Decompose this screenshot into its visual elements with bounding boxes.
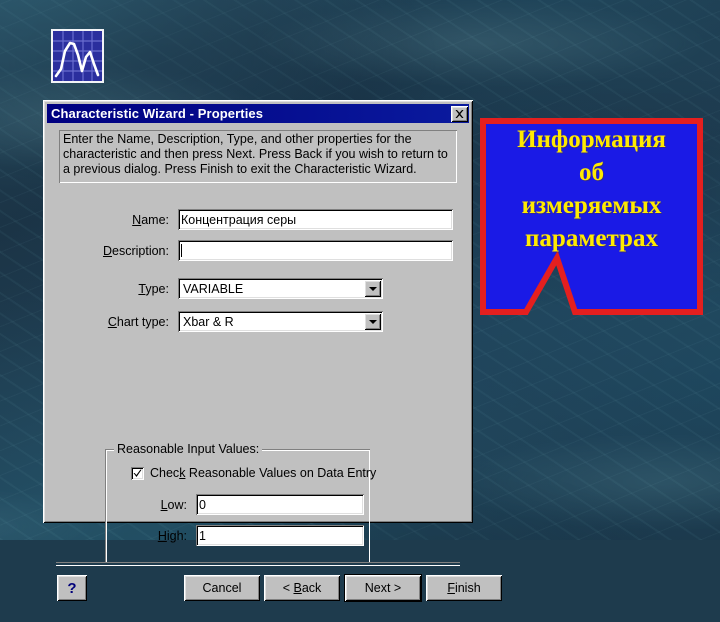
description-label: Description:: [102, 243, 169, 258]
next-button-label: Next >: [364, 581, 402, 595]
dialog-button-bar: ? Cancel < Back Next > Finish: [43, 562, 502, 622]
group-title: Reasonable Input Values:: [114, 442, 263, 456]
help-button-label: ?: [67, 579, 77, 597]
low-label: Low:: [160, 497, 187, 512]
type-select[interactable]: VARIABLE: [178, 278, 383, 299]
checkbox-label-before: Chec: [150, 466, 180, 480]
chart-type-label: Chart type:: [107, 314, 169, 329]
description-input[interactable]: [178, 240, 453, 261]
field-row-high: High: 1: [131, 525, 364, 546]
chart-type-select[interactable]: Xbar & R: [178, 311, 383, 332]
help-button[interactable]: ?: [57, 575, 87, 601]
chevron-down-icon[interactable]: [364, 280, 381, 297]
finish-button[interactable]: Finish: [426, 575, 502, 601]
callout-line-4: параметрах: [525, 225, 658, 252]
dialog-titlebar[interactable]: Characteristic Wizard - Properties: [47, 104, 469, 123]
field-row-name: Name: Концентрация серы: [59, 209, 457, 230]
button-bar-separator: [56, 562, 460, 566]
name-input[interactable]: Концентрация серы: [178, 209, 453, 230]
type-label: Type:: [138, 281, 169, 296]
low-input-value: 0: [199, 497, 206, 512]
high-input-value: 1: [199, 528, 206, 543]
field-row-low: Low: 0: [131, 494, 364, 515]
close-icon[interactable]: [451, 105, 468, 122]
chart-type-select-value: Xbar & R: [180, 313, 364, 330]
high-label: High:: [157, 528, 187, 543]
finish-button-label: Finish: [447, 581, 481, 595]
high-input[interactable]: 1: [196, 525, 364, 546]
control-chart-icon[interactable]: [51, 29, 104, 83]
text-caret: [181, 244, 182, 257]
chevron-down-icon[interactable]: [364, 313, 381, 330]
cancel-button[interactable]: Cancel: [184, 575, 260, 601]
reasonable-input-values-group: Reasonable Input Values: Check Reasonabl…: [105, 442, 376, 563]
back-button[interactable]: < Back: [264, 575, 340, 601]
callout-line-1: Информация: [517, 126, 666, 153]
type-select-value: VARIABLE: [180, 280, 364, 297]
instruction-text: Enter the Name, Description, Type, and o…: [63, 132, 448, 176]
dialog-title: Characteristic Wizard - Properties: [51, 106, 264, 121]
check-reasonable-values-label: Check Reasonable Values on Data Entry: [150, 466, 376, 480]
instruction-panel: Enter the Name, Description, Type, and o…: [59, 130, 457, 183]
field-row-chart-type: Chart type: Xbar & R: [59, 311, 457, 332]
field-row-description: Description:: [59, 240, 457, 261]
back-button-label: < Back: [282, 581, 322, 595]
annotation-callout: Информация об измеряемых параметрах: [480, 118, 703, 318]
low-input[interactable]: 0: [196, 494, 364, 515]
checkbox-label-after: Reasonable Values on Data Entry: [185, 466, 377, 480]
check-reasonable-values-row[interactable]: Check Reasonable Values on Data Entry: [131, 466, 376, 480]
cancel-button-label: Cancel: [202, 581, 242, 595]
next-button[interactable]: Next >: [345, 575, 421, 601]
check-reasonable-values-checkbox[interactable]: [131, 466, 144, 480]
characteristic-wizard-dialog: Characteristic Wizard - Properties Enter…: [43, 100, 502, 601]
callout-line-3: измеряемых: [521, 192, 662, 219]
name-label: Name:: [132, 212, 169, 227]
field-row-type: Type: VARIABLE: [59, 278, 457, 299]
callout-text: Информация об измеряемых параметрах: [480, 118, 703, 288]
control-chart-icon-graphic: [53, 31, 102, 81]
name-input-value: Концентрация серы: [181, 212, 297, 227]
callout-line-2: об: [579, 159, 604, 186]
